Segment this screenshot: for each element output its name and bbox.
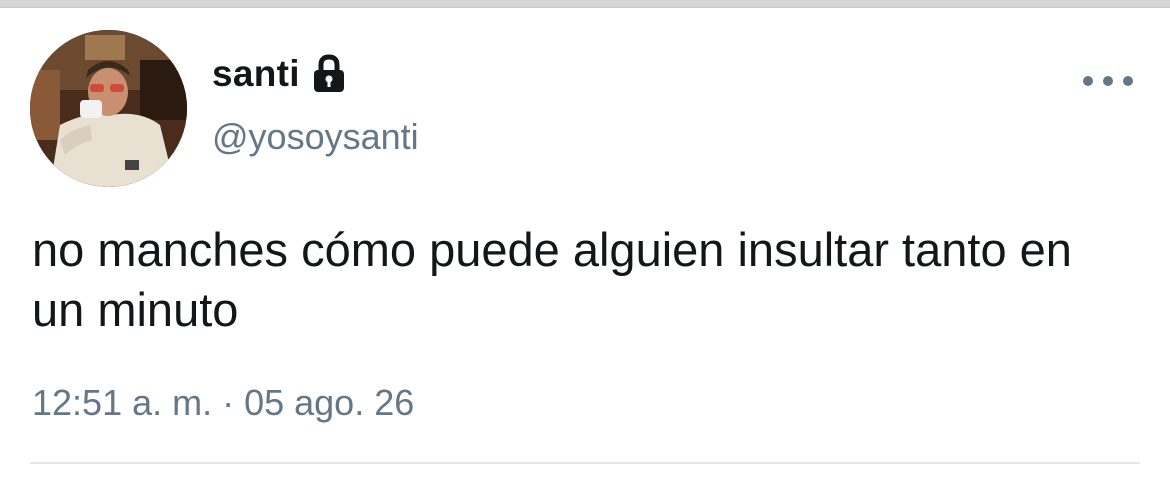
avatar[interactable]	[30, 30, 187, 187]
lock-icon	[312, 54, 346, 94]
more-dot	[1103, 76, 1113, 86]
top-divider	[0, 0, 1170, 8]
more-dot	[1123, 76, 1133, 86]
bottom-divider	[30, 462, 1140, 464]
more-options-icon[interactable]	[1083, 66, 1133, 96]
name-row: santi	[212, 46, 346, 102]
more-dot	[1083, 76, 1093, 86]
tweet-timestamp[interactable]: 12:51 a. m. · 05 ago. 26	[32, 382, 414, 424]
avatar-photo	[30, 30, 187, 187]
display-name[interactable]: santi	[212, 53, 300, 95]
user-handle[interactable]: @yosoysanti	[212, 116, 419, 158]
tweet-text: no manches cómo puede alguien insultar t…	[32, 223, 1072, 336]
